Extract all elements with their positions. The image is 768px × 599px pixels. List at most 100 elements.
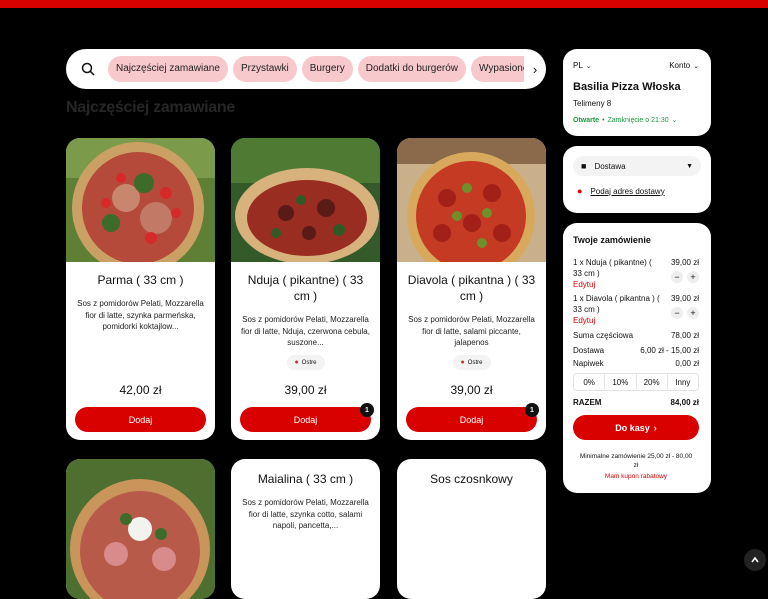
search-icon (81, 62, 95, 76)
order-title: Twoje zamówienie (573, 235, 651, 245)
category-chip[interactable]: Wypasione Frytki (471, 56, 524, 82)
order-item: 1 x Nduja ( pikantne) ( 33 cm ) 39,00 zł… (573, 257, 699, 289)
category-bar: Najczęściej zamawiane Przystawki Burgery… (66, 49, 546, 89)
total-label: RAZEM (573, 398, 602, 407)
product-price: 39,00 zł (450, 383, 493, 397)
address-link[interactable]: Podaj adres dostawy (590, 187, 664, 196)
category-chip[interactable]: Najczęściej zamawiane (108, 56, 228, 82)
delivery-mode-select[interactable]: ■ Dostawa ▼ (573, 156, 701, 176)
chevron-down-icon: ⌄ (585, 62, 592, 70)
account-label: Konto (669, 61, 691, 70)
delivery-cost-value: 6,00 zł - 15,00 zł (640, 346, 699, 355)
product-card[interactable]: Parma ( 33 cm ) Sos z pomidorów Pelati, … (66, 138, 215, 440)
total-row: RAZEM 84,00 zł (573, 398, 699, 407)
subtotal-value: 78,00 zł (670, 331, 699, 340)
checkout-button[interactable]: Do kasy › (573, 415, 699, 440)
chili-icon: ● (294, 359, 299, 366)
tip-value: 0,00 zł (675, 359, 699, 368)
open-label: Otwarte (573, 116, 600, 124)
account-menu[interactable]: Konto ⌄ (669, 61, 699, 70)
product-name: Diavola ( pikantna ) ( 33 cm ) (407, 273, 536, 303)
category-chip[interactable]: Burgery (301, 56, 353, 82)
product-name: Maialina ( 33 cm ) (257, 472, 354, 486)
opening-status[interactable]: Otwarte • Zamknięcie o 21:30 ⌄ (573, 116, 678, 125)
language-label: PL (573, 61, 583, 70)
tip-option[interactable]: 10% (605, 374, 637, 390)
subtotal-label: Suma częściowa (573, 331, 634, 340)
top-accent-bar (0, 0, 768, 8)
increase-button[interactable]: + (687, 307, 699, 319)
product-price: 42,00 zł (119, 383, 162, 397)
category-chip[interactable]: Przystawki (232, 56, 297, 82)
decrease-button[interactable]: − (671, 271, 683, 283)
product-description: Sos z pomidorów Pelati, Mozzarella fior … (77, 299, 204, 331)
order-item: 1 x Diavola ( pikantna ) ( 33 cm ) 39,00… (573, 293, 699, 325)
badge-label: Ostre (467, 359, 483, 366)
delivery-panel: ■ Dostawa ▼ ● Podaj adres dostawy (563, 146, 711, 213)
category-chip[interactable]: Dodatki do burgerów (357, 56, 467, 82)
tip-option[interactable]: 0% (574, 374, 606, 390)
chevron-down-icon: ⌄ (693, 62, 699, 70)
spicy-badge: ● Ostre (452, 355, 491, 370)
tip-label: Napiwek (573, 359, 604, 368)
decrease-button[interactable]: − (671, 307, 683, 319)
restaurant-address: Telimeny 8 (573, 99, 612, 108)
add-button[interactable]: Dodaj (240, 407, 371, 432)
tip-option[interactable]: Inny (668, 374, 698, 390)
scroll-to-top-button[interactable] (744, 549, 766, 571)
add-button[interactable]: Dodaj (75, 407, 206, 432)
order-item-name: 1 x Nduja ( pikantne) ( 33 cm ) (573, 258, 652, 278)
language-selector[interactable]: PL ⌄ (573, 61, 592, 70)
product-card[interactable]: Sos czosnkowy (397, 459, 546, 599)
delivery-mode-label: Dostawa (594, 161, 626, 171)
product-name: Parma ( 33 cm ) (97, 273, 184, 287)
cart-quantity-badge: 1 (360, 403, 374, 417)
badge-label: Ostre (301, 359, 317, 366)
checkout-label: Do kasy (615, 422, 650, 433)
chevron-right-icon: › (653, 422, 657, 433)
product-description: Sos z pomidorów Pelati, Mozzarella fior … (242, 498, 369, 530)
product-price: 39,00 zł (284, 383, 327, 397)
chili-icon: ● (460, 359, 465, 366)
chevron-down-icon: ⌄ (671, 117, 678, 124)
order-item-name: 1 x Diavola ( pikantna ) ( 33 cm ) (573, 294, 660, 314)
dot-icon: • (602, 116, 605, 124)
product-image (66, 138, 215, 262)
product-image (66, 459, 215, 599)
location-pin-icon: ● (577, 186, 583, 196)
search-button[interactable] (68, 49, 108, 89)
cart-quantity-badge: 1 (525, 403, 539, 417)
add-button[interactable]: Dodaj (406, 407, 537, 432)
tip-selector: 0% 10% 20% Inny (573, 373, 699, 391)
close-time: Zamknięcie o 21:30 (607, 116, 669, 124)
delivery-cost-label: Dostawa (573, 346, 605, 355)
product-card[interactable] (66, 459, 215, 599)
minimum-order-note: Minimalne zamówienie 25,00 zł - 80,00 zł (579, 453, 693, 469)
delivery-cost-row: Dostawa 6,00 zł - 15,00 zł (573, 346, 699, 355)
restaurant-info-panel: PL ⌄ Konto ⌄ Basilia Pizza Włoska Telime… (563, 49, 711, 136)
chevron-right-icon[interactable]: › (524, 49, 546, 89)
product-image (231, 138, 380, 262)
tip-row: Napiwek 0,00 zł (573, 359, 699, 368)
order-panel: Twoje zamówienie 1 x Nduja ( pikantne) (… (563, 223, 711, 493)
subtotal-row: Suma częściowa 78,00 zł (573, 331, 699, 340)
product-card[interactable]: Maialina ( 33 cm ) Sos z pomidorów Pelat… (231, 459, 380, 599)
product-name: Sos czosnkowy (430, 472, 513, 486)
chevron-up-icon (751, 556, 759, 563)
spicy-badge: ● Ostre (286, 355, 325, 370)
caret-down-icon: ▼ (686, 162, 693, 170)
product-description: Sos z pomidorów Pelati, Mozzarella fior … (408, 315, 535, 347)
section-title: Najczęściej zamawiane (66, 99, 235, 116)
product-name: Nduja ( pikantne) ( 33 cm ) (247, 273, 364, 303)
car-icon: ■ (581, 161, 587, 171)
product-description: Sos z pomidorów Pelati, Mozzarella fior … (241, 315, 370, 347)
delivery-address-row[interactable]: ● Podaj adres dostawy (577, 186, 665, 196)
tip-option[interactable]: 20% (637, 374, 668, 390)
product-card[interactable]: Nduja ( pikantne) ( 33 cm ) Sos z pomido… (231, 138, 380, 440)
category-list: Najczęściej zamawiane Przystawki Burgery… (108, 56, 524, 82)
restaurant-name: Basilia Pizza Włoska (573, 81, 681, 93)
product-card[interactable]: Diavola ( pikantna ) ( 33 cm ) Sos z pom… (397, 138, 546, 440)
increase-button[interactable]: + (687, 271, 699, 283)
coupon-link[interactable]: Mam kupon rabatowy (573, 473, 699, 480)
product-image (397, 138, 546, 262)
